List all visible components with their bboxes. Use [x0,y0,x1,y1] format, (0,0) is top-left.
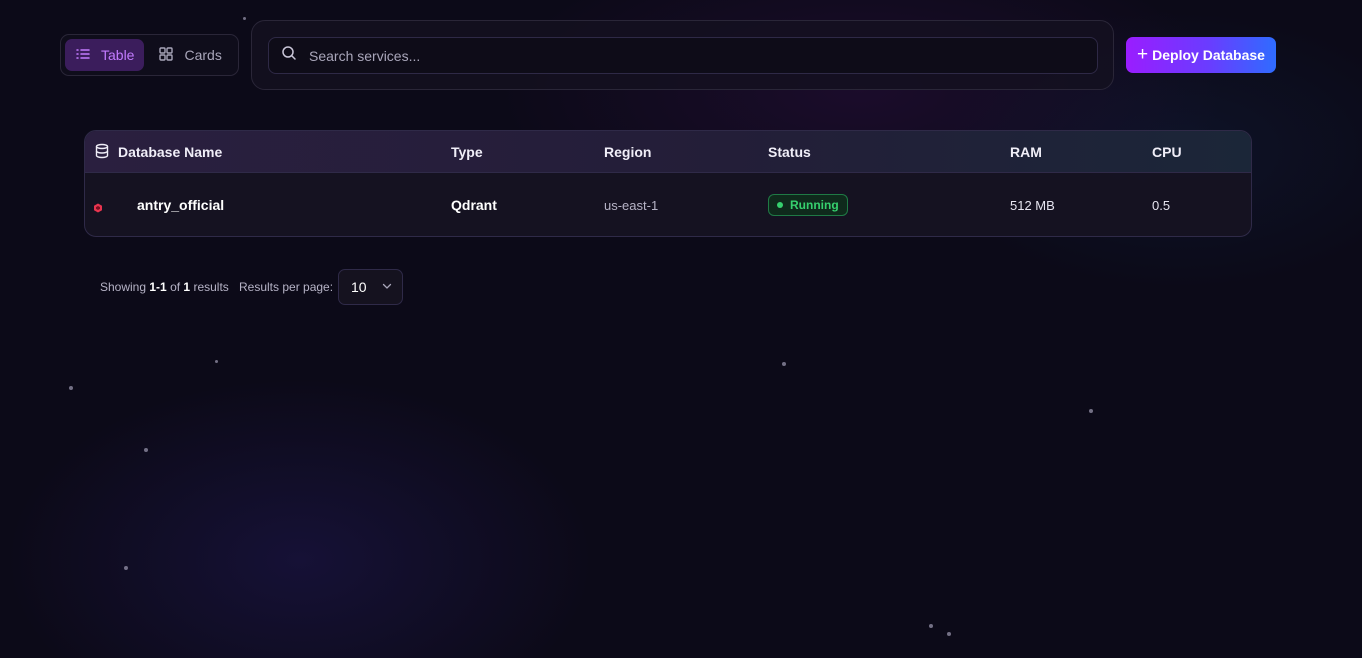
results-summary: Showing 1-1 of 1 results [100,280,229,294]
background-star [124,566,128,570]
cards-view-button[interactable]: Cards [148,39,231,71]
status-label: Running [790,198,839,212]
grid-icon [158,46,174,65]
column-header-type: Type [451,144,483,160]
cell-cpu: 0.5 [1152,197,1171,213]
per-page-select[interactable]: 10 [338,269,403,305]
table-view-button[interactable]: Table [65,39,145,71]
column-label-name: Database Name [118,144,223,160]
cell-database-name: antry_official [137,197,225,213]
cards-view-label: Cards [184,47,222,63]
qdrant-icon [93,200,103,213]
background-star [947,632,951,636]
search-box [268,37,1098,74]
cell-type: Qdrant [451,197,497,213]
background-star [144,448,148,452]
background-star [69,386,73,390]
search-input[interactable] [309,47,1097,64]
plus-icon: + [1137,43,1149,65]
background-star [782,362,786,366]
list-icon [75,46,91,65]
column-header-region: Region [604,144,652,160]
background-star [929,624,933,628]
background-star [215,360,218,363]
column-header-name: Database Name [94,131,222,173]
column-header-cpu: CPU [1152,144,1182,160]
per-page-label: Results per page: [239,280,334,294]
cell-region: us-east-1 [604,197,659,213]
table-header: Database Name Type Region Status RAM CPU [85,131,1251,173]
cell-ram: 512 MB [1010,197,1055,213]
cell-status: Running [768,173,848,236]
results-label: results [193,280,229,294]
background-star [1089,409,1093,413]
databases-table: Database Name Type Region Status RAM CPU… [84,130,1252,237]
of-label: of [170,280,181,294]
search-panel [251,20,1114,90]
status-dot-icon [777,202,783,208]
deploy-database-button[interactable]: + Deploy Database [1126,37,1276,73]
per-page-value: 10 [351,279,367,295]
table-view-label: Table [101,47,135,63]
column-header-status: Status [768,144,811,160]
showing-prefix: Showing [100,280,147,294]
table-row[interactable]: antry_official Qdrant us-east-1 Running … [85,173,1251,236]
deploy-database-label: Deploy Database [1152,47,1265,63]
status-badge: Running [768,194,848,216]
results-range: 1-1 [149,280,167,294]
background-star [243,17,246,20]
view-toggle: Table Cards [60,34,239,76]
results-total: 1 [183,280,191,294]
search-icon [281,45,297,66]
database-icon [94,143,110,162]
chevron-down-icon [381,279,393,295]
column-header-ram: RAM [1010,144,1042,160]
